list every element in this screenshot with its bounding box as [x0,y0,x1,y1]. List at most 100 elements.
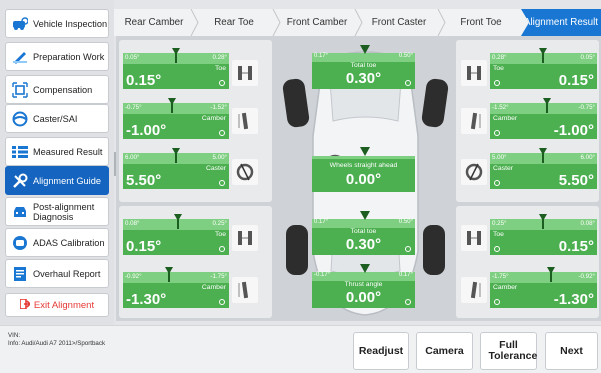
fl-camber-min: -0.75° [125,104,142,111]
tab-label: Front Camber [286,16,348,28]
sidebar-item-label: Preparation Work [33,51,105,62]
thrust-angle-value: 0.00° [345,289,382,306]
fr-toe-value: 0.15° [558,72,594,89]
caster-wheel-icon [232,159,258,185]
preparation-icon [11,48,28,65]
sidebar-item-label: ADAS Calibration [33,237,105,248]
fr-caster-max: 6.00° [580,154,595,161]
fl-caster-max: 5.00° [212,154,227,161]
fr-caster-min: 5.00° [492,154,507,161]
exit-icon [19,297,32,312]
sidebar-item-label: Overhaul Report [33,268,101,279]
fl-camber-max: -1.52° [210,104,227,111]
ok-indicator-icon [494,180,500,186]
thrust-angle-pointer [360,264,370,273]
sidebar-item-compensation[interactable]: Compensation [5,75,109,104]
ok-indicator-icon [494,80,500,86]
rr-toe-gauge: 0.25° 0.08° Toe 0.15° [490,214,597,255]
rr-camber-value: -1.30° [553,291,594,308]
fl-toe-max: 0.28° [212,54,227,61]
rear-total-toe-value: 0.30° [345,236,382,253]
sidebar-item-label: Post-alignment Diagnosis [33,201,95,222]
rr-toe-label: Toe [493,231,504,238]
fl-camber-gauge: -0.75° -1.52° Camber -1.00° [123,98,229,139]
report-icon [11,265,28,282]
fr-toe-min: 0.28° [492,54,507,61]
tab-alignment-result[interactable]: Alignment Result [521,9,601,36]
rear-total-toe-pointer [360,211,370,220]
wheels-straight-value: 0.00° [345,171,382,188]
footer-bar: VIN: Info: Audi/Audi A7 2011>/Sportback … [0,325,601,373]
adas-icon [11,234,28,251]
ok-indicator-icon [219,80,225,86]
front-total-toe-gauge: 0.17° 0.50° Total toe 0.30° [312,53,415,89]
fr-camber-value: -1.00° [553,122,594,139]
sidebar-item-measured-result[interactable]: Measured Result [5,137,109,166]
camber-wheel-icon [232,277,258,303]
sidebar-item-vehicle-inspection[interactable]: Vehicle Inspection [5,9,109,38]
step-tabs: Rear Camber Rear Toe Front Camber Front … [114,9,601,36]
ok-indicator-icon [405,80,411,86]
toe-wheel-icon [461,225,487,251]
ok-indicator-icon [405,299,411,305]
ok-indicator-icon [405,246,411,252]
fl-toe-min: 0.05° [125,54,140,61]
tab-front-camber[interactable]: Front Camber [277,9,357,36]
tab-front-caster[interactable]: Front Caster [359,9,439,36]
sidebar-item-label: Compensation [33,84,93,95]
rl-camber-label: Camber [201,284,226,291]
rl-toe-gauge: 0.08° 0.25° Toe 0.15° [123,214,229,255]
sidebar-item-adas-calibration[interactable]: ADAS Calibration [5,228,109,257]
ok-indicator-icon [219,246,225,252]
list-icon [11,143,28,160]
sidebar-item-overhaul-report[interactable]: Overhaul Report [5,259,109,288]
front-left-tire [282,78,310,128]
front-total-toe-label: Total toe [350,62,377,69]
rear-total-toe-gauge: 0.17° 0.50° Total toe 0.30° [312,219,415,255]
vin-label: VIN: [8,332,21,339]
sidebar-item-post-alignment-diagnosis[interactable]: Post-alignment Diagnosis [5,197,109,226]
readjust-button[interactable]: Readjust [353,332,409,370]
fl-camber-value: -1.00° [126,122,167,139]
car-diagnosis-icon [11,203,28,220]
camera-button[interactable]: Camera [416,332,473,370]
sidebar-item-alignment-guide[interactable]: Alignment Guide [5,166,109,195]
rear-total-toe-max: 0.50° [398,219,413,225]
wheels-straight-ahead-gauge: Wheels straight ahead 0.00° [312,156,415,192]
camber-wheel-icon [232,108,258,134]
sidebar-item-caster-sai[interactable]: Caster/SAI [5,104,109,133]
fr-caster-value: 5.50° [558,172,594,189]
tab-label: Rear Toe [214,16,254,28]
rr-camber-gauge: -1.75° -0.92° Camber -1.30° [490,267,597,308]
front-total-toe-value: 0.30° [345,70,382,87]
rr-toe-value: 0.15° [558,238,594,255]
readjust-label: Readjust [358,344,404,357]
exit-alignment-label: Exit Alignment [33,299,95,311]
rl-toe-value: 0.15° [126,238,162,255]
sidebar-item-label: Vehicle Inspection [33,18,108,29]
fl-caster-value: 5.50° [126,172,162,189]
tab-rear-camber[interactable]: Rear Camber [114,9,194,36]
vehicle-inspection-icon [11,15,28,32]
steering-wheel-icon [11,110,28,127]
sidebar-item-preparation-work[interactable]: Preparation Work [5,42,109,71]
rl-camber-max: -1.75° [210,273,227,280]
full-tolerance-button[interactable]: Full Tolerance [480,332,537,370]
rl-camber-min: -0.92° [125,273,142,280]
camber-wheel-icon [461,277,487,303]
rr-camber-max: -0.92° [578,273,595,280]
front-total-toe-pointer [360,45,370,54]
next-button[interactable]: Next [545,332,598,370]
toe-wheel-icon [461,60,487,86]
tab-label: Front Toe [460,16,502,28]
rl-toe-min: 0.08° [125,220,140,227]
fr-camber-label: Camber [493,115,518,122]
tab-rear-toe[interactable]: Rear Toe [194,9,274,36]
thrust-angle-max: 0.17° [398,272,413,278]
fr-caster-label: Caster [493,165,514,172]
exit-alignment-button[interactable]: Exit Alignment [5,293,109,317]
rear-right-tire [423,225,445,275]
camera-label: Camera [425,344,464,357]
tab-front-toe[interactable]: Front Toe [441,9,521,36]
thrust-angle-gauge: -0.17° 0.17° Thrust angle 0.00° [312,272,415,308]
